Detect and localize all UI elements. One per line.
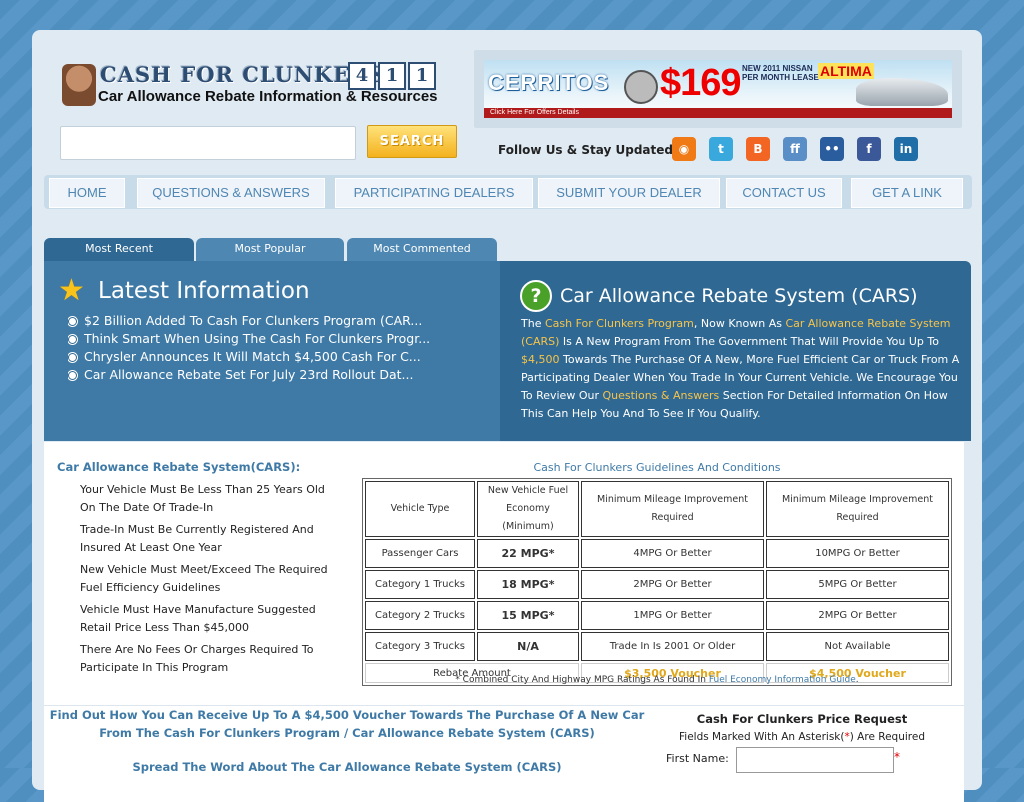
requirement-item: Trade-In Must Be Currently Registered An…	[80, 523, 314, 554]
link-questions-answers[interactable]: Questions & Answers	[602, 389, 719, 402]
table-header: Minimum Mileage Improvement Required	[766, 481, 949, 537]
latest-item[interactable]: $2 Billion Added To Cash For Clunkers Pr…	[68, 312, 488, 330]
requirements-title: Car Allowance Rebate System(CARS):	[57, 460, 301, 474]
page-frame: CASH FOR CLUNKERS 4 1 1 Car Allowance Re…	[32, 30, 982, 802]
ad-banner[interactable]: CERRITOS $169 NEW 2011 NISSAN PER MONTH …	[474, 50, 962, 128]
spread-heading: Spread The Word About The Car Allowance …	[132, 760, 562, 774]
table-cell: Passenger Cars	[365, 539, 475, 568]
bullet-icon	[68, 317, 77, 326]
ad-cta[interactable]: Click Here For Offers Details	[484, 108, 952, 118]
cars-description: The Cash For Clunkers Program, Now Known…	[521, 317, 960, 420]
first-name-input[interactable]	[736, 747, 894, 773]
link-cash-for-clunkers[interactable]: Cash For Clunkers Program	[545, 317, 694, 330]
ad-price: $169	[660, 62, 742, 104]
table-cell: 10MPG Or Better	[766, 539, 949, 568]
nav-contact-us[interactable]: CONTACT US	[726, 178, 842, 208]
bullet-icon	[68, 335, 77, 344]
table-header: New Vehicle Fuel Economy (Minimum)	[477, 481, 579, 537]
latest-item[interactable]: Car Allowance Rebate Set For July 23rd R…	[68, 366, 488, 384]
table-cell: 22 MPG*	[477, 539, 579, 568]
main-nav: HOME QUESTIONS & ANSWERS PARTICIPATING D…	[44, 175, 972, 209]
latest-title: Latest Information	[98, 278, 310, 304]
linkedin-icon[interactable]: in	[894, 137, 918, 161]
money-icon	[62, 64, 96, 106]
nav-get-a-link[interactable]: GET A LINK	[851, 178, 963, 208]
search-input[interactable]	[60, 126, 356, 160]
search-button[interactable]: SEARCH	[367, 125, 457, 158]
latest-item[interactable]: Chrysler Announces It Will Match $4,500 …	[68, 348, 488, 366]
link-fuel-economy-guide[interactable]: Fuel Economy Information Guide	[709, 675, 856, 685]
table-cell: Trade In Is 2001 Or Older	[581, 632, 764, 661]
table-header: Minimum Mileage Improvement Required	[581, 481, 764, 537]
table-cell: 15 MPG*	[477, 601, 579, 630]
requirement-item: Vehicle Must Have Manufacture Suggested …	[80, 603, 316, 634]
table-cell: 18 MPG*	[477, 570, 579, 599]
table-cell: Category 2 Trucks	[365, 601, 475, 630]
tab-most-commented[interactable]: Most Commented	[347, 238, 497, 262]
table-cell: Category 3 Trucks	[365, 632, 475, 661]
logo-subtitle: Car Allowance Rebate Information & Resou…	[98, 88, 438, 105]
nav-home[interactable]: HOME	[49, 178, 125, 208]
table-cell: 2MPG Or Better	[766, 601, 949, 630]
follow-label: Follow Us & Stay Updated:	[498, 143, 678, 157]
nissan-logo-icon	[624, 70, 658, 104]
latest-list: $2 Billion Added To Cash For Clunkers Pr…	[68, 312, 488, 384]
nav-questions-answers[interactable]: QUESTIONS & ANSWERS	[137, 178, 325, 208]
friendfeed-icon[interactable]: ff	[783, 137, 807, 161]
logo-digit: 1	[378, 62, 406, 90]
link-amount[interactable]: $4,500	[521, 353, 560, 366]
bullet-icon	[68, 353, 77, 362]
cars-title: Car Allowance Rebate System (CARS)	[560, 285, 918, 307]
table-row: Category 3 Trucks N/A Trade In Is 2001 O…	[365, 632, 949, 661]
requirements-list: Your Vehicle Must Be Less Than 25 Years …	[80, 481, 342, 681]
bullet-icon	[68, 371, 77, 380]
facebook-icon[interactable]: f	[857, 137, 881, 161]
twitter-icon[interactable]: t	[709, 137, 733, 161]
required-mark: *	[894, 750, 900, 764]
price-request-note: Fields Marked With An Asterisk(*) Are Re…	[679, 731, 925, 743]
question-icon: ?	[520, 280, 552, 312]
voucher-heading: Find Out How You Can Receive Up To A $4,…	[49, 708, 645, 740]
rss-icon[interactable]: ◉	[672, 137, 696, 161]
logo-title: CASH FOR CLUNKERS	[100, 62, 386, 87]
ad-brand: CERRITOS	[488, 70, 610, 95]
tab-most-recent[interactable]: Most Recent	[44, 238, 194, 262]
table-cell: N/A	[477, 632, 579, 661]
table-cell: 5MPG Or Better	[766, 570, 949, 599]
blogger-icon[interactable]: B	[746, 137, 770, 161]
table-cell: 1MPG Or Better	[581, 601, 764, 630]
nav-submit-dealer[interactable]: SUBMIT YOUR DEALER	[538, 178, 720, 208]
table-row: Category 1 Trucks 18 MPG* 2MPG Or Better…	[365, 570, 949, 599]
ad-offer: NEW 2011 NISSAN PER MONTH LEASE	[742, 64, 819, 82]
table-row: Passenger Cars 22 MPG* 4MPG Or Better 10…	[365, 539, 949, 568]
table-header: Vehicle Type	[365, 481, 475, 537]
logo-digit: 1	[408, 62, 436, 90]
requirement-item: New Vehicle Must Meet/Exceed The Require…	[80, 563, 328, 594]
table-cell: 4MPG Or Better	[581, 539, 764, 568]
table-cell: Category 1 Trucks	[365, 570, 475, 599]
table-footnote: * Combined City And Highway MPG Ratings …	[455, 675, 859, 685]
table-row: Category 2 Trucks 15 MPG* 1MPG Or Better…	[365, 601, 949, 630]
table-cell: Not Available	[766, 632, 949, 661]
ad-model: ALTIMA	[818, 63, 874, 79]
table-cell: 2MPG Or Better	[581, 570, 764, 599]
tab-most-popular[interactable]: Most Popular	[196, 238, 344, 262]
car-image	[856, 78, 948, 106]
delicious-icon[interactable]: ••	[820, 137, 844, 161]
guidelines-title: Cash For Clunkers Guidelines And Conditi…	[533, 461, 781, 474]
nav-participating-dealers[interactable]: PARTICIPATING DEALERS	[335, 178, 533, 208]
star-icon: ★	[58, 273, 85, 308]
price-request-title: Cash For Clunkers Price Request	[696, 712, 908, 726]
ad-banner-image[interactable]: CERRITOS $169 NEW 2011 NISSAN PER MONTH …	[484, 60, 952, 118]
table-header-row: Vehicle Type New Vehicle Fuel Economy (M…	[365, 481, 949, 537]
guidelines-table: Vehicle Type New Vehicle Fuel Economy (M…	[362, 478, 952, 686]
first-name-label: First Name:	[666, 752, 729, 765]
requirement-item: Your Vehicle Must Be Less Than 25 Years …	[80, 483, 325, 514]
logo-digit: 4	[348, 62, 376, 90]
latest-item[interactable]: Think Smart When Using The Cash For Clun…	[68, 330, 488, 348]
requirement-item: There Are No Fees Or Charges Required To…	[80, 643, 314, 674]
